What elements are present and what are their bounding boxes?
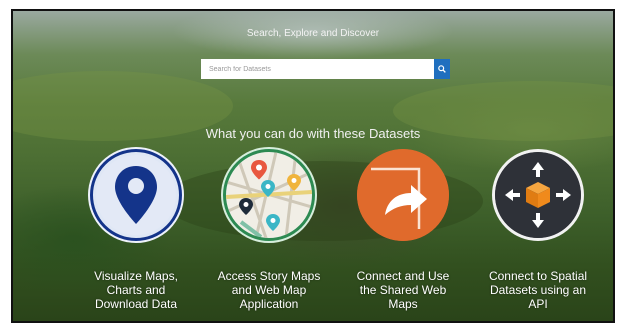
search-button[interactable] <box>434 59 450 79</box>
hero-banner: Search, Explore and Discover What you ca… <box>11 9 615 323</box>
search-icon <box>438 65 446 73</box>
story-map-icon[interactable] <box>223 149 315 241</box>
feature-label: Connect and Use the Shared Web Maps <box>356 269 450 311</box>
hero-heading: Search, Explore and Discover <box>246 28 380 39</box>
api-cube-icon[interactable] <box>492 149 584 241</box>
map-pin-icon[interactable] <box>90 149 182 241</box>
feature-label: Visualize Maps, Charts and Download Data <box>94 269 178 311</box>
feature-label: Connect to Spatial Datasets using an API <box>488 269 588 311</box>
section-subheading: What you can do with these Datasets <box>205 126 421 141</box>
share-arrow-icon[interactable] <box>357 149 449 241</box>
feature-label: Access Story Maps and Web Map Applicatio… <box>217 269 321 311</box>
search-input[interactable] <box>201 59 434 79</box>
